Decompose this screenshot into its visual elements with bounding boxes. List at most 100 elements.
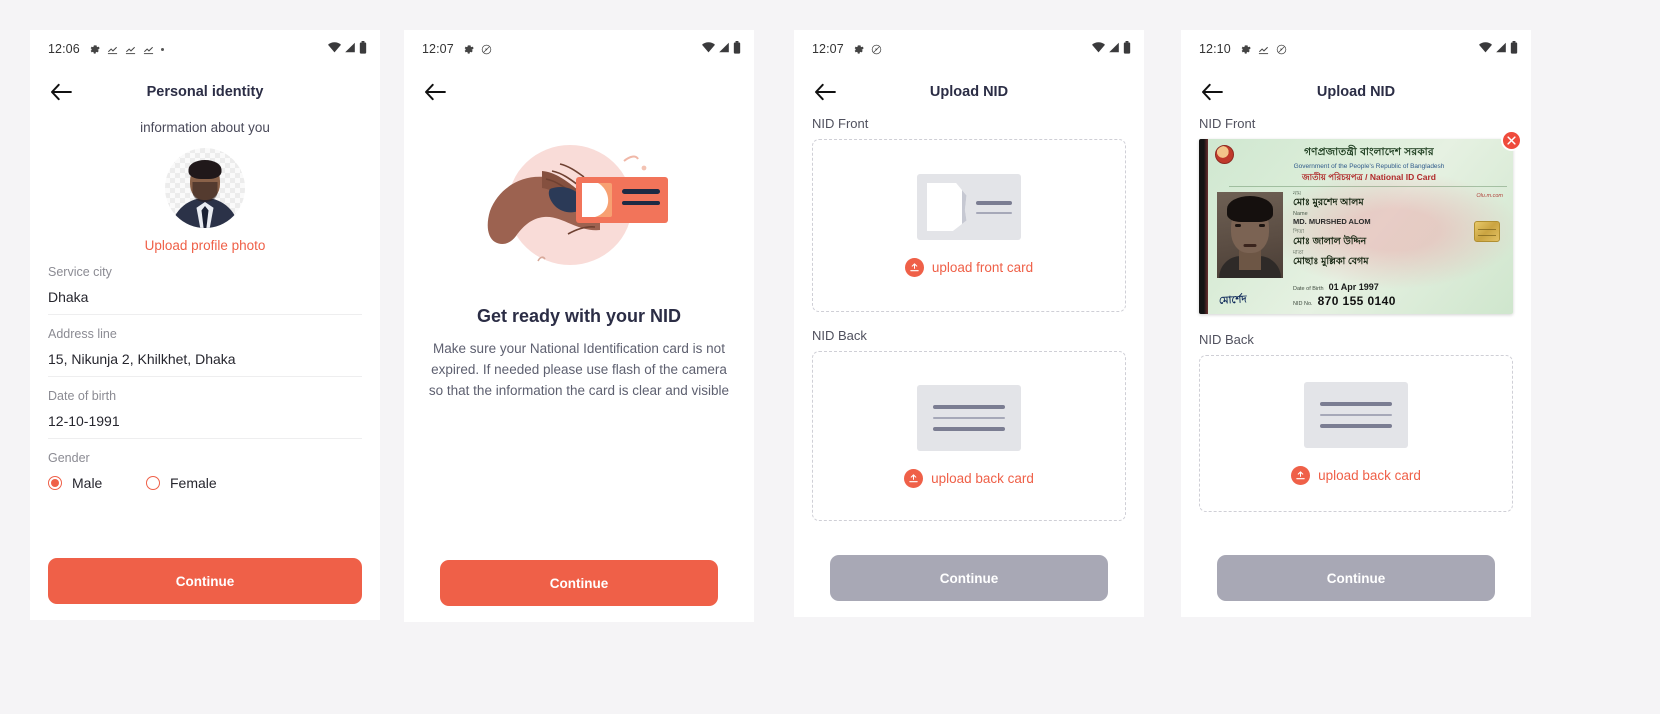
field-value: 12-10-1991 xyxy=(48,413,120,429)
placeholder-line xyxy=(1320,414,1392,416)
page-subtitle: information about you xyxy=(140,120,270,135)
nid-header-en: Government of the People's Republic of B… xyxy=(1293,163,1445,170)
signal-icon xyxy=(1495,42,1507,56)
continue-button[interactable]: Continue xyxy=(440,560,718,606)
upload-icon xyxy=(904,258,924,277)
nid-subheader-bn: জাতীয় পরিচয়পত্র / xyxy=(1302,172,1368,182)
placeholder-line xyxy=(1320,402,1392,406)
field-key: NID No. xyxy=(1293,301,1313,307)
field-date-of-birth[interactable]: Date of birth 12-10-1991 xyxy=(48,389,362,439)
chart-icon xyxy=(1258,44,1269,55)
personal-fields: Service city Dhaka Address line 15, Niku… xyxy=(30,265,380,512)
status-bar: 12:07 xyxy=(404,30,754,68)
radio-label: Male xyxy=(72,475,103,491)
nid-subheader: জাতীয় পরিচয়পত্র / National ID Card xyxy=(1233,171,1505,185)
footer-actions: Continue xyxy=(812,555,1126,617)
wifi-icon xyxy=(328,42,341,56)
upload-back-card-button[interactable]: upload back card xyxy=(1291,466,1421,485)
nid-card-photo: গণপ্রজাতন্ত্রী বাংলাদেশ সরকার Government… xyxy=(1199,139,1513,314)
back-button[interactable] xyxy=(1199,79,1225,105)
nid-field-mother: মাতা মোছাঃ মুল্লিকা বেগম xyxy=(1293,250,1507,267)
battery-icon xyxy=(359,41,367,57)
nid-field-name-bn: নাম মোঃ মুরশেদ আলম xyxy=(1293,191,1507,208)
status-time: 12:07 xyxy=(812,42,844,56)
upload-icon xyxy=(904,468,924,488)
field-value: 870 155 0140 xyxy=(1317,294,1396,308)
avatar[interactable] xyxy=(165,148,245,228)
nid-back-label: NID Back xyxy=(1199,332,1254,347)
id-card-back-placeholder-icon xyxy=(917,384,1021,451)
nid-divider xyxy=(1229,186,1507,187)
placeholder-line xyxy=(1320,424,1392,428)
upload-back-card-button[interactable]: upload back card xyxy=(904,468,1034,488)
field-label: Date of birth xyxy=(48,389,117,403)
nid-back-label: NID Back xyxy=(812,328,867,343)
nid-front-uploaded-image[interactable]: গণপ্রজাতন্ত্রী বাংলাদেশ সরকার Government… xyxy=(1199,130,1522,314)
avatar-container xyxy=(30,148,380,228)
nid-field-dob: Date of Birth 01 Apr 1997 xyxy=(1293,282,1507,292)
field-value: MD. MURSHED ALOM xyxy=(1293,217,1371,227)
avatar-hair xyxy=(188,160,222,179)
id-card-placeholder-icon xyxy=(917,174,1021,240)
screen-body: NID Front upload front card NID Back upl… xyxy=(794,116,1144,617)
bangladesh-emblem-icon xyxy=(1215,145,1234,164)
placeholder-line xyxy=(975,211,1012,214)
back-button[interactable] xyxy=(48,79,74,105)
field-label: Gender xyxy=(48,451,90,465)
page-title: Personal identity xyxy=(146,84,264,100)
text-lines-placeholder xyxy=(975,200,1012,214)
status-time: 12:10 xyxy=(1199,42,1231,56)
screen-description: Make sure your National Identification c… xyxy=(428,341,730,398)
nid-field-name-en: Name MD. MURSHED ALOM xyxy=(1293,211,1507,226)
upload-profile-photo-link[interactable]: Upload profile photo xyxy=(30,238,380,253)
portrait-eye-left xyxy=(1235,224,1241,227)
remove-front-image-button[interactable] xyxy=(1501,130,1522,151)
chart-icon xyxy=(125,44,136,55)
nid-subheader-en: National ID Card xyxy=(1369,172,1436,182)
nid-portrait-photo xyxy=(1217,192,1283,278)
nid-back-dropzone[interactable]: upload back card xyxy=(812,351,1126,521)
radio-option-female[interactable]: Female xyxy=(146,475,217,491)
status-bar: 12:07 xyxy=(794,30,1144,68)
radio-option-male[interactable]: Male xyxy=(48,475,146,491)
upload-back-card-label: upload back card xyxy=(931,470,1034,486)
placeholder-line xyxy=(975,200,1012,205)
upload-front-card-label: upload front card xyxy=(931,260,1034,275)
nid-front-dropzone[interactable]: upload front card xyxy=(812,139,1126,312)
wifi-icon xyxy=(1092,42,1105,56)
field-service-city[interactable]: Service city Dhaka xyxy=(48,265,362,315)
nid-card-header: গণপ্রজাতন্ত্রী বাংলাদেশ সরকার Government… xyxy=(1233,145,1505,185)
hand-holding-id-illustration xyxy=(422,128,736,278)
placeholder-line xyxy=(933,416,1005,419)
phone-screen-upload-nid-empty: 12:07 Upload NID NID Front upload front … xyxy=(794,30,1144,617)
nid-back-dropzone[interactable]: upload back card xyxy=(1199,355,1513,512)
nid-card-bottom: Date of Birth 01 Apr 1997 NID No. 870 15… xyxy=(1293,282,1507,308)
nid-field-father: পিতা মোঃ জালাল উদ্দিন xyxy=(1293,229,1507,246)
mute-icon xyxy=(1276,44,1287,55)
footer-actions: Continue xyxy=(30,558,380,620)
field-gender: Gender Male Female xyxy=(48,451,362,500)
portrait-neck xyxy=(1239,250,1261,270)
field-value: 01 Apr 1997 xyxy=(1328,282,1379,292)
wifi-icon xyxy=(1479,42,1492,56)
phone-screen-get-ready: 12:07 Get ready with your NID Make sure … xyxy=(404,30,754,622)
field-address-line[interactable]: Address line 15, Nikunja 2, Khilkhet, Dh… xyxy=(48,327,362,377)
gear-icon xyxy=(89,44,100,55)
phone-screen-personal-identity: 12:06 Personal identity information abou… xyxy=(30,30,380,620)
app-bar: Upload NID xyxy=(1181,68,1531,116)
upload-icon xyxy=(1291,466,1311,485)
radio-icon-female xyxy=(146,476,160,490)
back-button[interactable] xyxy=(812,79,838,105)
status-time: 12:07 xyxy=(422,42,454,56)
mute-icon xyxy=(481,44,492,55)
app-bar: Upload NID xyxy=(794,68,1144,116)
wifi-icon xyxy=(702,42,715,56)
field-value: 15, Nikunja 2, Khilkhet, Dhaka xyxy=(48,351,236,367)
footer-actions: Continue xyxy=(422,560,736,622)
upload-front-card-button[interactable]: upload front card xyxy=(904,258,1034,277)
continue-button[interactable]: Continue xyxy=(48,558,362,604)
back-button[interactable] xyxy=(422,79,448,105)
screen-body: NID Front গণপ্রজাতন্ত্রী বাংলাদেশ সরকার … xyxy=(1181,116,1531,617)
chart-icon xyxy=(107,44,118,55)
gear-icon xyxy=(463,44,474,55)
